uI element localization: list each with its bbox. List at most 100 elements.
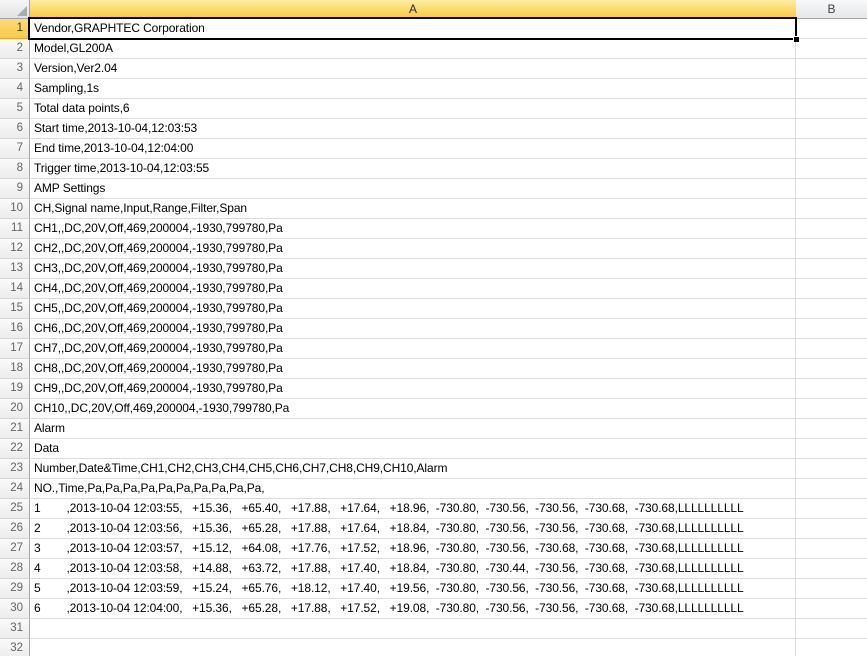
row-number[interactable]: 7 (0, 139, 30, 159)
cell-A23[interactable]: Number,Date&Time,CH1,CH2,CH3,CH4,CH5,CH6… (30, 459, 796, 479)
cell-B10[interactable] (796, 199, 867, 219)
cell-B8[interactable] (796, 159, 867, 179)
cell-B3[interactable] (796, 59, 867, 79)
cell-B15[interactable] (796, 299, 867, 319)
cell-B27[interactable] (796, 539, 867, 559)
cell-A21[interactable]: Alarm (30, 419, 796, 439)
cell-A20[interactable]: CH10,,DC,20V,Off,469,200004,-1930,799780… (30, 399, 796, 419)
cell-B9[interactable] (796, 179, 867, 199)
row-number[interactable]: 5 (0, 99, 30, 119)
cell-A4[interactable]: Sampling,1s (30, 79, 796, 99)
cell-B16[interactable] (796, 319, 867, 339)
row-number[interactable]: 23 (0, 459, 30, 479)
cell-A6[interactable]: Start time,2013-10-04,12:03:53 (30, 119, 796, 139)
cell-A1[interactable]: Vendor,GRAPHTEC Corporation (30, 19, 796, 39)
row-number[interactable]: 28 (0, 559, 30, 579)
row-number[interactable]: 2 (0, 39, 30, 59)
cell-B12[interactable] (796, 239, 867, 259)
cell-B26[interactable] (796, 519, 867, 539)
cell-B21[interactable] (796, 419, 867, 439)
cell-B24[interactable] (796, 479, 867, 499)
row-number[interactable]: 10 (0, 199, 30, 219)
cell-A22[interactable]: Data (30, 439, 796, 459)
cell-A11[interactable]: CH1,,DC,20V,Off,469,200004,-1930,799780,… (30, 219, 796, 239)
cell-A26[interactable]: 2 ,2013-10-04 12:03:56, +15.36, +65.28, … (30, 519, 796, 539)
cell-A14[interactable]: CH4,,DC,20V,Off,469,200004,-1930,799780,… (30, 279, 796, 299)
row-number[interactable]: 16 (0, 319, 30, 339)
cell-A13[interactable]: CH3,,DC,20V,Off,469,200004,-1930,799780,… (30, 259, 796, 279)
row-number[interactable]: 24 (0, 479, 30, 499)
cell-A28[interactable]: 4 ,2013-10-04 12:03:58, +14.88, +63.72, … (30, 559, 796, 579)
cell-B1[interactable] (796, 19, 867, 39)
cell-B20[interactable] (796, 399, 867, 419)
fill-handle[interactable] (793, 36, 799, 42)
row-number[interactable]: 27 (0, 539, 30, 559)
cell-A31[interactable] (30, 619, 796, 639)
cell-B25[interactable] (796, 499, 867, 519)
row-number[interactable]: 29 (0, 579, 30, 599)
row-number[interactable]: 20 (0, 399, 30, 419)
row-number[interactable]: 14 (0, 279, 30, 299)
row-number[interactable]: 22 (0, 439, 30, 459)
cell-B17[interactable] (796, 339, 867, 359)
cell-A30[interactable]: 6 ,2013-10-04 12:04:00, +15.36, +65.28, … (30, 599, 796, 619)
cell-A29[interactable]: 5 ,2013-10-04 12:03:59, +15.24, +65.76, … (30, 579, 796, 599)
cell-A24[interactable]: NO.,Time,Pa,Pa,Pa,Pa,Pa,Pa,Pa,Pa,Pa,Pa, (30, 479, 796, 499)
row-number[interactable]: 8 (0, 159, 30, 179)
row-number[interactable]: 15 (0, 299, 30, 319)
cell-A15[interactable]: CH5,,DC,20V,Off,469,200004,-1930,799780,… (30, 299, 796, 319)
row-number[interactable]: 32 (0, 639, 30, 656)
cell-B6[interactable] (796, 119, 867, 139)
row-number[interactable]: 19 (0, 379, 30, 399)
cell-B31[interactable] (796, 619, 867, 639)
row-number[interactable]: 9 (0, 179, 30, 199)
column-header-a[interactable]: A (30, 0, 796, 19)
cell-A17[interactable]: CH7,,DC,20V,Off,469,200004,-1930,799780,… (30, 339, 796, 359)
cell-A8[interactable]: Trigger time,2013-10-04,12:03:55 (30, 159, 796, 179)
row-number[interactable]: 1 (0, 19, 30, 39)
row-number[interactable]: 4 (0, 79, 30, 99)
cell-B7[interactable] (796, 139, 867, 159)
cell-B23[interactable] (796, 459, 867, 479)
cell-A2[interactable]: Model,GL200A (30, 39, 796, 59)
cell-B14[interactable] (796, 279, 867, 299)
cell-B28[interactable] (796, 559, 867, 579)
row-number[interactable]: 17 (0, 339, 30, 359)
cell-A16[interactable]: CH6,,DC,20V,Off,469,200004,-1930,799780,… (30, 319, 796, 339)
cell-A19[interactable]: CH9,,DC,20V,Off,469,200004,-1930,799780,… (30, 379, 796, 399)
cell-A18[interactable]: CH8,,DC,20V,Off,469,200004,-1930,799780,… (30, 359, 796, 379)
cell-B18[interactable] (796, 359, 867, 379)
cell-B29[interactable] (796, 579, 867, 599)
cell-A3[interactable]: Version,Ver2.04 (30, 59, 796, 79)
cell-B22[interactable] (796, 439, 867, 459)
cell-B19[interactable] (796, 379, 867, 399)
cell-A9[interactable]: AMP Settings (30, 179, 796, 199)
cell-B4[interactable] (796, 79, 867, 99)
cell-B11[interactable] (796, 219, 867, 239)
cell-B13[interactable] (796, 259, 867, 279)
column-header-b[interactable]: B (796, 0, 867, 19)
cell-A27[interactable]: 3 ,2013-10-04 12:03:57, +15.12, +64.08, … (30, 539, 796, 559)
row-number[interactable]: 6 (0, 119, 30, 139)
row-number[interactable]: 25 (0, 499, 30, 519)
cell-B5[interactable] (796, 99, 867, 119)
row-number[interactable]: 18 (0, 359, 30, 379)
cell-B30[interactable] (796, 599, 867, 619)
cell-A5[interactable]: Total data points,6 (30, 99, 796, 119)
cell-B32[interactable] (796, 639, 867, 656)
cell-A7[interactable]: End time,2013-10-04,12:04:00 (30, 139, 796, 159)
cell-B2[interactable] (796, 39, 867, 59)
cell-A25[interactable]: 1 ,2013-10-04 12:03:55, +15.36, +65.40, … (30, 499, 796, 519)
row-number[interactable]: 31 (0, 619, 30, 639)
row-number[interactable]: 12 (0, 239, 30, 259)
row-number[interactable]: 21 (0, 419, 30, 439)
row-number[interactable]: 3 (0, 59, 30, 79)
row-number[interactable]: 13 (0, 259, 30, 279)
row-number[interactable]: 11 (0, 219, 30, 239)
cell-A10[interactable]: CH,Signal name,Input,Range,Filter,Span (30, 199, 796, 219)
cell-A32[interactable] (30, 639, 796, 656)
row-number[interactable]: 26 (0, 519, 30, 539)
select-all-corner[interactable] (0, 0, 30, 19)
row-number[interactable]: 30 (0, 599, 30, 619)
cell-A12[interactable]: CH2,,DC,20V,Off,469,200004,-1930,799780,… (30, 239, 796, 259)
